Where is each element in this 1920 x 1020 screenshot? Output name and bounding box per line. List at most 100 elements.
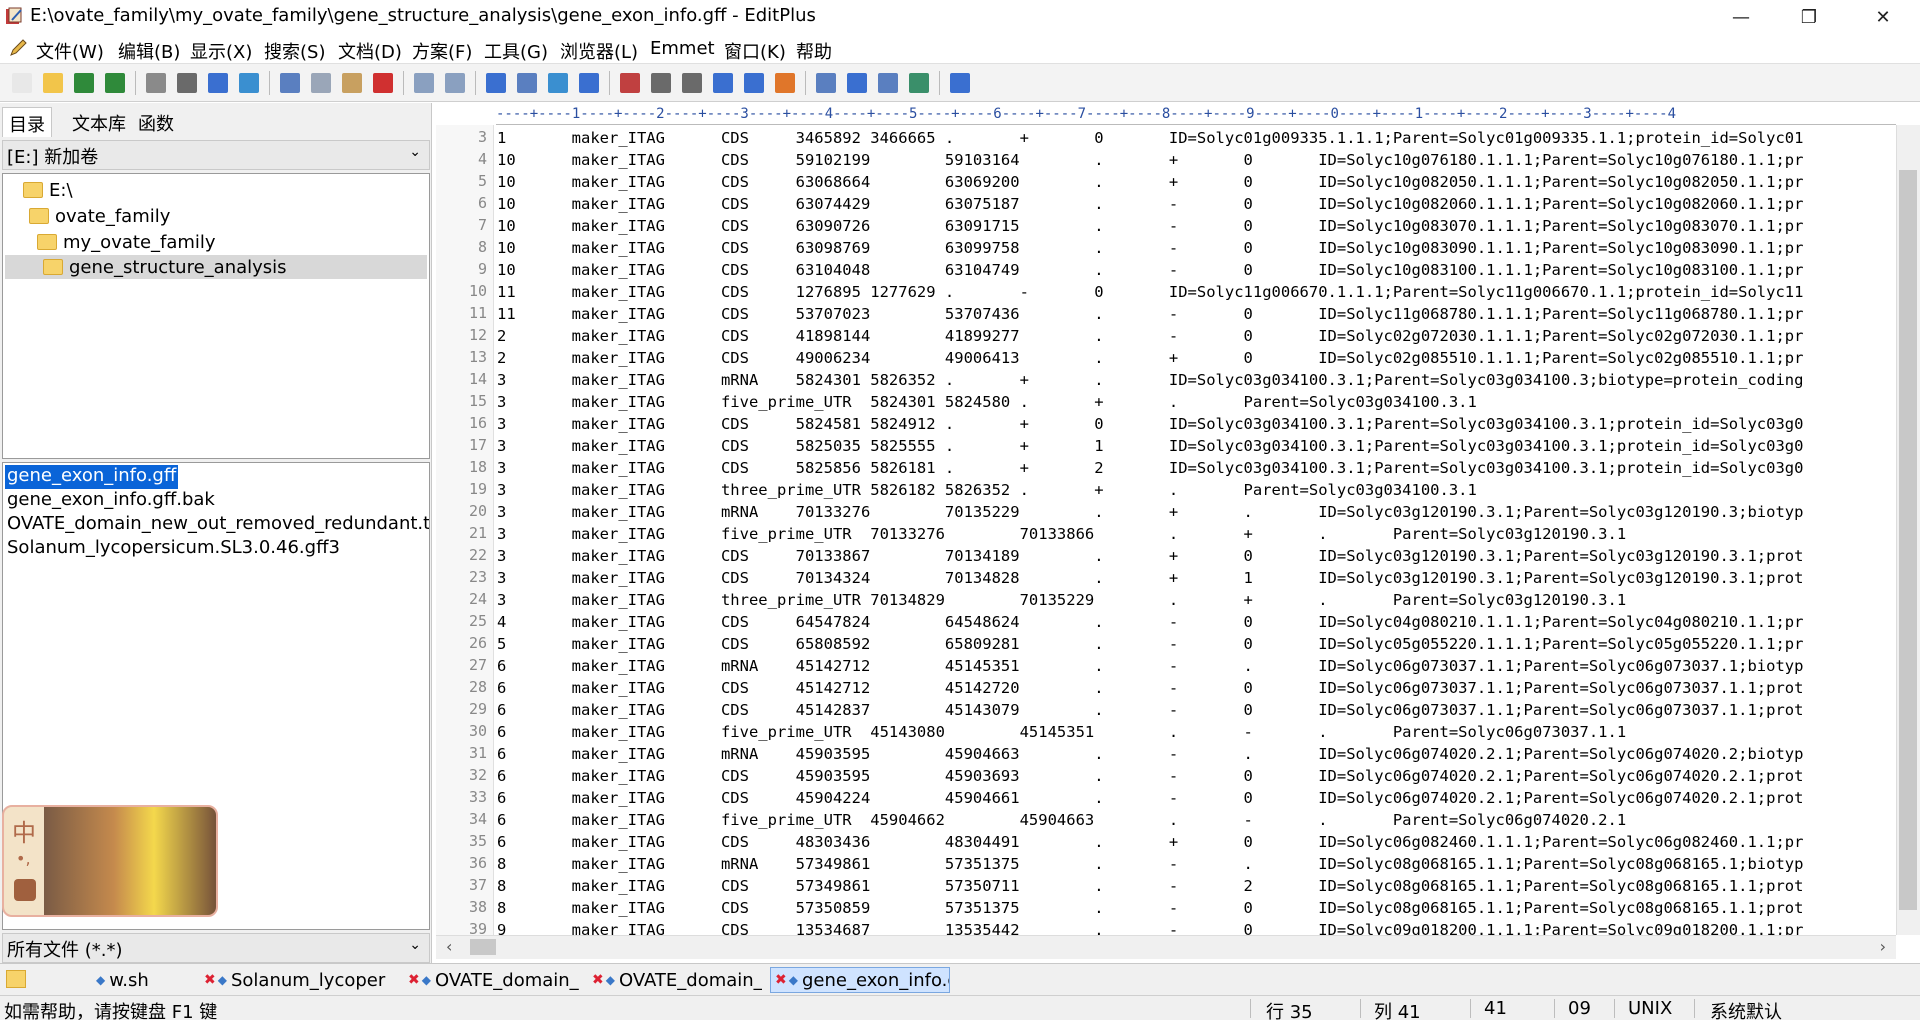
code-line[interactable]: 11 maker_ITAG CDS 1276895 1277629 . - 0 … [497, 281, 1803, 303]
scroll-right-icon[interactable]: › [1880, 937, 1886, 956]
close-tab-icon[interactable]: ✖ [775, 972, 787, 988]
tree-node-ovate-family[interactable]: ovate_family [29, 204, 170, 228]
redo-button[interactable] [441, 69, 469, 97]
word-wrap-button[interactable] [678, 69, 706, 97]
print-preview-button[interactable] [142, 69, 170, 97]
tree-node-my-ovate-family[interactable]: my_ovate_family [37, 230, 216, 254]
scroll-left-icon[interactable]: ‹ [446, 937, 452, 956]
document-tab[interactable]: ◆ w.sh [92, 967, 192, 993]
code-line[interactable]: 3 maker_ITAG mRNA 5824301 5826352 . + . … [497, 369, 1803, 391]
code-line[interactable]: 3 maker_ITAG mRNA 70133276 70135229 . + … [497, 501, 1803, 523]
code-line[interactable]: 3 maker_ITAG CDS 70134324 70134828 . + 1… [497, 567, 1803, 589]
code-line[interactable]: 3 maker_ITAG five_prime_UTR 5824301 5824… [497, 391, 1477, 413]
directory-window-button[interactable] [812, 69, 840, 97]
code-line[interactable]: 10 maker_ITAG CDS 63074429 63075187 . - … [497, 193, 1803, 215]
close-tab-icon[interactable]: ✖ [408, 972, 420, 988]
code-line[interactable]: 6 maker_ITAG CDS 45903595 45903693 . - 0… [497, 765, 1803, 787]
menu-emmet[interactable]: Emmet [650, 38, 715, 59]
tab-cliptext[interactable]: 文本库 [66, 107, 132, 137]
delete-button[interactable] [369, 69, 397, 97]
code-line[interactable]: 3 maker_ITAG five_prime_UTR 70133276 701… [497, 523, 1626, 545]
close-tab-icon[interactable]: ✖ [592, 972, 604, 988]
file-filter-select[interactable]: 所有文件 (*.*) ⌄ [2, 933, 430, 963]
code-line[interactable]: 2 maker_ITAG CDS 49006234 49006413 . + 0… [497, 347, 1803, 369]
code-line[interactable]: 3 maker_ITAG three_prime_UTR 70134829 70… [497, 589, 1626, 611]
file-item[interactable]: gene_exon_info.gff.bak [5, 489, 217, 513]
close-tab-icon[interactable]: ✖ [204, 972, 216, 988]
cut-button[interactable] [276, 69, 304, 97]
tree-node-drive[interactable]: E:\ [23, 178, 73, 202]
status-line-ending[interactable]: UNIX [1628, 998, 1672, 1019]
find-in-files-button[interactable] [544, 69, 572, 97]
code-line[interactable]: 9 maker_ITAG CDS 13534687 13535442 . - 0… [497, 919, 1803, 935]
check-button[interactable] [771, 69, 799, 97]
horizontal-scrollbar[interactable]: ‹ › [436, 935, 1896, 959]
output-window-button[interactable] [874, 69, 902, 97]
code-line[interactable]: 6 maker_ITAG CDS 45904224 45904661 . - 0… [497, 787, 1803, 809]
replace-button[interactable] [513, 69, 541, 97]
code-line[interactable]: 6 maker_ITAG five_prime_UTR 45143080 451… [497, 721, 1626, 743]
cliptext-window-button[interactable] [843, 69, 871, 97]
new-file-button[interactable] [8, 69, 36, 97]
document-tab[interactable]: ✖ ◆ Solanum_lycoper [200, 967, 396, 993]
code-line[interactable]: 6 maker_ITAG CDS 48303436 48304491 . + 0… [497, 831, 1803, 853]
print-button[interactable] [173, 69, 201, 97]
spell-toggle-button[interactable] [740, 69, 768, 97]
menu-edit[interactable]: 编辑(B) [118, 38, 180, 64]
code-line[interactable]: 8 maker_ITAG mRNA 57349861 57351375 . - … [497, 853, 1803, 875]
find-button[interactable] [482, 69, 510, 97]
restore-button[interactable]: ❐ [1786, 0, 1832, 34]
code-line[interactable]: 6 maker_ITAG mRNA 45142712 45145351 . - … [497, 655, 1803, 677]
menu-window[interactable]: 窗口(K) [724, 38, 786, 64]
file-item[interactable]: gene_exon_info.gff [5, 465, 179, 489]
spell-check-button[interactable] [204, 69, 232, 97]
menu-view[interactable]: 显示(X) [190, 38, 252, 64]
status-encoding[interactable]: 系统默认 [1710, 998, 1782, 1020]
code-line[interactable]: 6 maker_ITAG CDS 45142837 45143079 . - 0… [497, 699, 1803, 721]
code-line[interactable]: 3 maker_ITAG three_prime_UTR 5826182 582… [497, 479, 1477, 501]
save-button[interactable] [70, 69, 98, 97]
code-line[interactable]: 10 maker_ITAG CDS 63068664 63069200 . + … [497, 171, 1803, 193]
browser-view-button[interactable] [235, 69, 263, 97]
code-line[interactable]: 3 maker_ITAG CDS 70133867 70134189 . + 0… [497, 545, 1803, 567]
code-line[interactable]: 10 maker_ITAG CDS 59102199 59103164 . + … [497, 149, 1803, 171]
code-line[interactable]: 5 maker_ITAG CDS 65808592 65809281 . - 0… [497, 633, 1803, 655]
vertical-scroll-thumb[interactable] [1899, 170, 1917, 910]
menu-help[interactable]: 帮助 [796, 38, 832, 64]
menu-tools[interactable]: 工具(G) [484, 38, 548, 64]
code-line[interactable]: 1 maker_ITAG CDS 3465892 3466665 . + 0 I… [497, 127, 1803, 149]
code-view[interactable]: 1 maker_ITAG CDS 3465892 3466665 . + 0 I… [497, 125, 1895, 935]
horizontal-scroll-thumb[interactable] [470, 939, 496, 955]
save-all-button[interactable] [101, 69, 129, 97]
menu-document[interactable]: 文档(D) [338, 38, 402, 64]
goto-line-button[interactable] [575, 69, 603, 97]
tab-directory[interactable]: 目录 [2, 107, 52, 137]
code-line[interactable]: 6 maker_ITAG mRNA 45903595 45904663 . - … [497, 743, 1803, 765]
hex-button[interactable] [647, 69, 675, 97]
line-number-button[interactable] [709, 69, 737, 97]
help-button[interactable] [946, 69, 974, 97]
code-line[interactable]: 3 maker_ITAG CDS 5825856 5826181 . + 2 I… [497, 457, 1803, 479]
code-line[interactable]: 4 maker_ITAG CDS 64547824 64548624 . - 0… [497, 611, 1803, 633]
document-tab[interactable]: ✖ ◆ OVATE_domain_r [404, 967, 580, 993]
code-line[interactable]: 2 maker_ITAG CDS 41898144 41899277 . - 0… [497, 325, 1803, 347]
tree-node-gene-structure-analysis[interactable]: gene_structure_analysis [5, 255, 427, 279]
menu-project[interactable]: 方案(F) [412, 38, 472, 64]
minimize-button[interactable]: — [1718, 0, 1764, 34]
code-line[interactable]: 3 maker_ITAG CDS 5825035 5825555 . + 1 I… [497, 435, 1803, 457]
drive-select[interactable]: [E:] 新加卷 ⌄ [2, 140, 430, 170]
open-folder-button[interactable] [39, 69, 67, 97]
document-tab[interactable]: ✖ ◆ OVATE_domain_r [588, 967, 762, 993]
paste-button[interactable] [338, 69, 366, 97]
code-line[interactable]: 11 maker_ITAG CDS 53707023 53707436 . - … [497, 303, 1803, 325]
code-line[interactable]: 8 maker_ITAG CDS 57349861 57350711 . - 2… [497, 875, 1803, 897]
file-item[interactable]: Solanum_lycopersicum.SL3.0.46.gff3 [5, 537, 342, 561]
ime-widget[interactable]: 中 •, [2, 805, 218, 917]
file-item[interactable]: OVATE_domain_new_out_removed_redundant.t… [5, 513, 429, 537]
code-line[interactable]: 8 maker_ITAG CDS 57350859 57351375 . - 0… [497, 897, 1803, 919]
tab-functions[interactable]: 函数 [132, 107, 180, 137]
menu-browser[interactable]: 浏览器(L) [560, 38, 638, 64]
document-tab[interactable]: ✖ ◆ gene_exon_info.g [770, 967, 950, 993]
menu-search[interactable]: 搜索(S) [264, 38, 325, 64]
code-line[interactable]: 10 maker_ITAG CDS 63104048 63104749 . - … [497, 259, 1803, 281]
